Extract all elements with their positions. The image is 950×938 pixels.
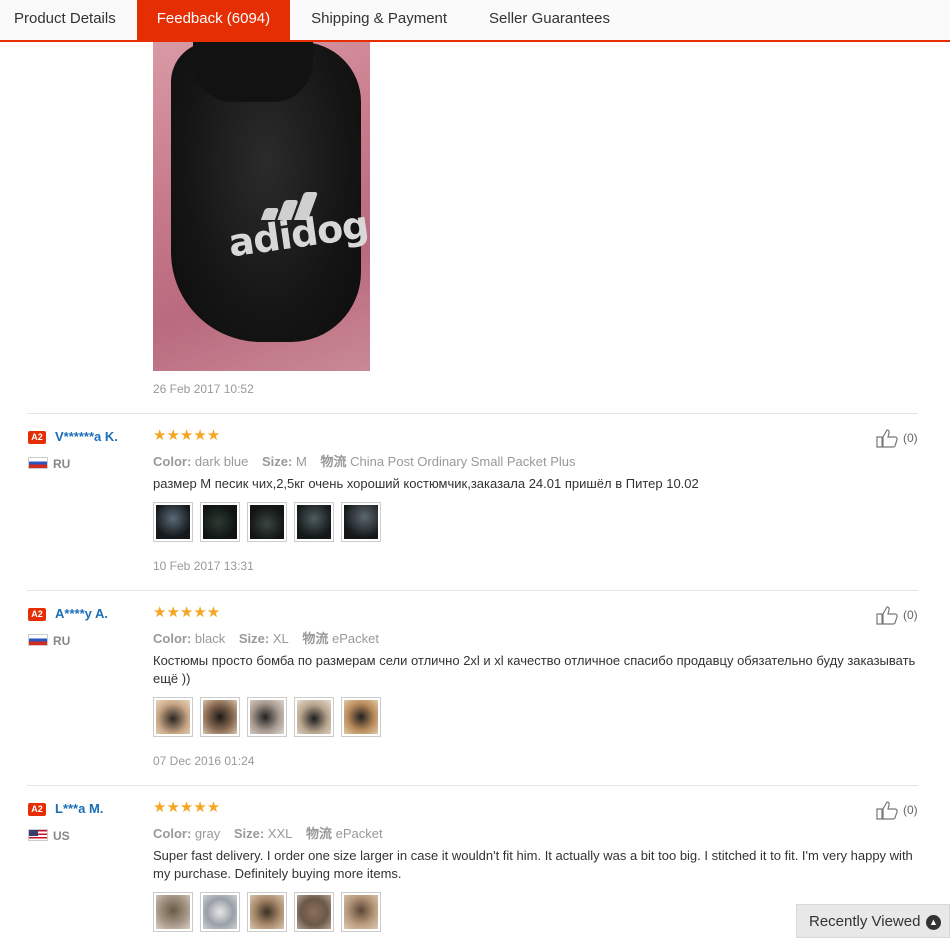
reviewer-name: L***a M.: [55, 801, 104, 816]
order-info: Color: dark blue Size: M 物流 China Post O…: [153, 451, 576, 470]
recently-viewed-button[interactable]: Recently Viewed ▲: [796, 904, 950, 938]
tab-feedback[interactable]: Feedback (6094): [136, 0, 291, 40]
review-text: Super fast delivery. I order one size la…: [153, 848, 913, 881]
star-rating: ★★★★★: [153, 427, 221, 444]
buyer-level-badge: A2: [28, 608, 46, 621]
shipping-value: ePacket: [335, 826, 383, 841]
size-label: Size:: [233, 826, 265, 841]
divider: [27, 590, 918, 591]
shipping-label: 物流: [320, 454, 347, 469]
review-thumbnail[interactable]: [294, 892, 334, 932]
helpful-button[interactable]: (0): [876, 605, 918, 625]
buyer-level-badge: A2: [28, 431, 46, 444]
review-thumbnail[interactable]: [341, 697, 381, 737]
thumbs-up-icon: [876, 606, 898, 625]
helpful-count: (0): [903, 608, 918, 622]
buyer-level-badge: A2: [28, 803, 46, 816]
review-thumbnail[interactable]: [200, 892, 240, 932]
tab-bar: Product Details Feedback (6094) Shipping…: [0, 0, 950, 42]
review-thumbnail[interactable]: [153, 502, 193, 542]
size-value: XL: [272, 631, 289, 646]
divider: [27, 785, 918, 786]
helpful-button[interactable]: (0): [876, 428, 918, 448]
tab-seller-guarantees[interactable]: Seller Guarantees: [468, 0, 631, 40]
helpful-button[interactable]: (0): [876, 800, 918, 820]
tab-shipping-payment[interactable]: Shipping & Payment: [290, 0, 468, 40]
review-thumbnails: [153, 892, 381, 932]
star-rating: ★★★★★: [153, 604, 221, 621]
review-text: размер М песик чих,2,5кг очень хороший к…: [153, 476, 699, 491]
hood-shape: [193, 42, 313, 102]
review-thumbnail[interactable]: [294, 697, 334, 737]
helpful-count: (0): [903, 431, 918, 445]
color-label: Color:: [153, 826, 192, 841]
review-text: Костюмы просто бомба по размерам сели от…: [153, 653, 916, 686]
reviewer-name: A****y A.: [55, 606, 108, 621]
review-thumbnail[interactable]: [341, 892, 381, 932]
flag-icon: [28, 634, 48, 646]
tab-product-details[interactable]: Product Details: [0, 0, 137, 40]
flag-icon: [28, 457, 48, 469]
review-thumbnail[interactable]: [153, 892, 193, 932]
shipping-label: 物流: [302, 631, 329, 646]
size-value: M: [295, 454, 307, 469]
helpful-count: (0): [903, 803, 918, 817]
shipping-value: China Post Ordinary Small Packet Plus: [350, 454, 576, 469]
review-thumbnail[interactable]: [247, 502, 287, 542]
reviewer-name: V******a K.: [55, 429, 118, 444]
thumbs-up-icon: [876, 429, 898, 448]
color-label: Color:: [153, 631, 192, 646]
reviewer-country: RU: [53, 457, 71, 471]
review-date: 07 Dec 2016 01:24: [153, 754, 255, 768]
color-value: black: [194, 631, 226, 646]
review-thumbnails: [153, 697, 381, 737]
order-info: Color: black Size: XL 物流 ePacket: [153, 628, 379, 647]
thumbs-up-icon: [876, 801, 898, 820]
reviewer-country: RU: [53, 634, 71, 648]
review-date: 10 Feb 2017 13:31: [153, 559, 254, 573]
review-photo-large[interactable]: adidog: [153, 42, 370, 371]
reviewer-country: US: [53, 829, 70, 843]
size-label: Size:: [238, 631, 270, 646]
review-thumbnail[interactable]: [247, 697, 287, 737]
color-value: gray: [194, 826, 221, 841]
size-label: Size:: [262, 454, 293, 469]
chevron-up-icon: ▲: [926, 915, 941, 930]
order-info: Color: gray Size: XXL 物流 ePacket: [153, 823, 383, 842]
shipping-value: ePacket: [332, 631, 380, 646]
divider: [27, 413, 918, 414]
review-date: 26 Feb 2017 10:52: [153, 382, 254, 396]
review-thumbnail[interactable]: [341, 502, 381, 542]
color-value: dark blue: [194, 454, 249, 469]
color-label: Color:: [153, 454, 192, 469]
flag-icon: [28, 829, 48, 841]
star-rating: ★★★★★: [153, 799, 221, 816]
recently-viewed-label: Recently Viewed: [809, 913, 921, 930]
shipping-label: 物流: [306, 826, 333, 841]
review-thumbnail[interactable]: [247, 892, 287, 932]
size-value: XXL: [267, 826, 293, 841]
review-thumbnail[interactable]: [200, 502, 240, 542]
review-thumbnail[interactable]: [200, 697, 240, 737]
review-thumbnails: [153, 502, 381, 542]
review-thumbnail[interactable]: [153, 697, 193, 737]
review-thumbnail[interactable]: [294, 502, 334, 542]
